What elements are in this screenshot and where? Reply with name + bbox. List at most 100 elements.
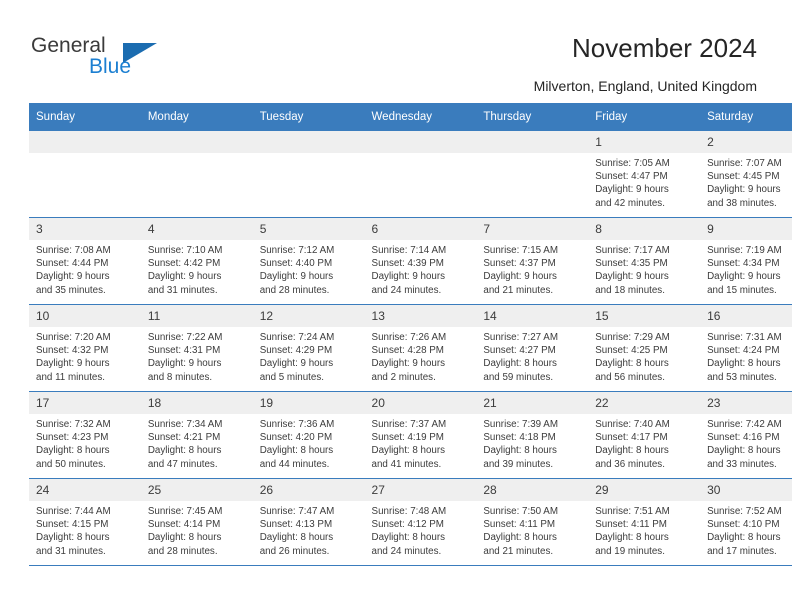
daylight-duration-line2: and 24 minutes. bbox=[371, 545, 442, 557]
sunset-time: Sunset: 4:25 PM bbox=[595, 345, 668, 357]
day-number: 26 bbox=[252, 479, 365, 501]
daylight-duration-line2: and 50 minutes. bbox=[36, 458, 106, 470]
day-number: 19 bbox=[252, 392, 365, 414]
calendar-day-cell-empty bbox=[252, 131, 365, 218]
calendar-day-cell[interactable]: 11 Sunrise: 7:22 AM Sunset: 4:31 PM Dayligh… bbox=[140, 304, 253, 392]
sunrise-time: Sunrise: 7:29 AM bbox=[595, 332, 670, 343]
calendar-page: General Blue November 2024 Milverton, En… bbox=[0, 0, 792, 612]
calendar-week-row: 24 Sunrise: 7:44 AM Sunset: 4:15 PM Dayligh… bbox=[29, 478, 792, 566]
sunrise-time: Sunrise: 7:40 AM bbox=[595, 419, 670, 430]
calendar-day-cell[interactable]: 9 Sunrise: 7:19 AM Sunset: 4:34 PM Daylight… bbox=[700, 217, 792, 305]
calendar-day-cell[interactable]: 23 Sunrise: 7:42 AM Sunset: 4:16 PM Dayligh… bbox=[700, 391, 792, 479]
general-blue-logo[interactable]: General Blue bbox=[31, 34, 211, 84]
calendar-day-cell[interactable]: 29 Sunrise: 7:51 AM Sunset: 4:11 PM Dayligh… bbox=[588, 478, 701, 566]
calendar-header-row: Sunday Monday Tuesday Wednesday Thursday… bbox=[29, 103, 792, 131]
calendar-day-cell[interactable]: 8 Sunrise: 7:17 AM Sunset: 4:35 PM Daylight… bbox=[588, 217, 701, 305]
calendar-day-cell[interactable]: 2 Sunrise: 7:07 AM Sunset: 4:45 PM Daylight… bbox=[700, 131, 792, 218]
daylight-duration-line2: and 15 minutes. bbox=[707, 284, 777, 296]
daylight-duration-line2: and 8 minutes. bbox=[147, 371, 213, 383]
calendar-day-cell[interactable]: 4 Sunrise: 7:10 AM Sunset: 4:42 PM Daylight… bbox=[140, 217, 253, 305]
day-number: 30 bbox=[700, 479, 792, 501]
calendar-body: 1 Sunrise: 7:05 AM Sunset: 4:47 PM Daylight… bbox=[29, 131, 792, 566]
sunrise-time: Sunrise: 7:08 AM bbox=[36, 245, 111, 256]
calendar-day-cell[interactable]: 21 Sunrise: 7:39 AM Sunset: 4:18 PM Dayligh… bbox=[476, 391, 589, 479]
daylight-duration-line2: and 11 minutes. bbox=[36, 371, 105, 383]
calendar-day-cell[interactable]: 27 Sunrise: 7:48 AM Sunset: 4:12 PM Dayligh… bbox=[364, 478, 477, 566]
calendar-day-cell[interactable]: 7 Sunrise: 7:15 AM Sunset: 4:37 PM Daylight… bbox=[476, 217, 589, 305]
daylight-duration-line1: Daylight: 8 hours bbox=[259, 445, 334, 457]
calendar-day-cell[interactable]: 6 Sunrise: 7:14 AM Sunset: 4:39 PM Daylight… bbox=[364, 217, 477, 305]
calendar-day-cell[interactable]: 28 Sunrise: 7:50 AM Sunset: 4:11 PM Dayligh… bbox=[476, 478, 589, 566]
sunset-time: Sunset: 4:28 PM bbox=[371, 345, 444, 357]
calendar-day-cell[interactable]: 25 Sunrise: 7:45 AM Sunset: 4:14 PM Dayligh… bbox=[140, 478, 253, 566]
day-details: Sunrise: 7:20 AM Sunset: 4:32 PM Daylight:… bbox=[29, 327, 141, 384]
calendar-day-cell[interactable]: 19 Sunrise: 7:36 AM Sunset: 4:20 PM Dayligh… bbox=[252, 391, 365, 479]
day-number: 29 bbox=[588, 479, 701, 501]
day-details: Sunrise: 7:37 AM Sunset: 4:19 PM Daylight:… bbox=[365, 414, 477, 471]
calendar-table: Sunday Monday Tuesday Wednesday Thursday… bbox=[29, 103, 792, 566]
calendar-day-cell[interactable]: 12 Sunrise: 7:24 AM Sunset: 4:29 PM Dayligh… bbox=[252, 304, 365, 392]
calendar-day-cell[interactable]: 13 Sunrise: 7:26 AM Sunset: 4:28 PM Dayligh… bbox=[364, 304, 477, 392]
daylight-duration-line1: Daylight: 9 hours bbox=[259, 358, 334, 370]
daylight-duration-line2: and 5 minutes. bbox=[259, 371, 324, 383]
sunrise-time: Sunrise: 7:34 AM bbox=[147, 419, 223, 430]
day-number: 25 bbox=[140, 479, 253, 501]
daylight-duration-line1: Daylight: 8 hours bbox=[483, 445, 557, 457]
calendar-grid: Sunday Monday Tuesday Wednesday Thursday… bbox=[29, 103, 792, 566]
daylight-duration-line1: Daylight: 9 hours bbox=[36, 358, 110, 370]
calendar-day-cell[interactable]: 15 Sunrise: 7:29 AM Sunset: 4:25 PM Dayligh… bbox=[588, 304, 701, 392]
daylight-duration-line1: Daylight: 9 hours bbox=[595, 184, 669, 196]
daylight-duration-line1: Daylight: 9 hours bbox=[147, 358, 222, 370]
calendar-day-cell[interactable]: 18 Sunrise: 7:34 AM Sunset: 4:21 PM Dayligh… bbox=[140, 391, 253, 479]
day-details: Sunrise: 7:29 AM Sunset: 4:25 PM Daylight:… bbox=[588, 327, 700, 384]
sunset-time: Sunset: 4:39 PM bbox=[371, 258, 444, 270]
calendar-day-cell-empty bbox=[476, 131, 589, 218]
sunset-time: Sunset: 4:27 PM bbox=[483, 345, 556, 357]
day-details: Sunrise: 7:07 AM Sunset: 4:45 PM Daylight:… bbox=[700, 153, 792, 210]
sunrise-time: Sunrise: 7:52 AM bbox=[707, 506, 782, 517]
calendar-day-cell[interactable]: 22 Sunrise: 7:40 AM Sunset: 4:17 PM Dayligh… bbox=[588, 391, 701, 479]
day-details: Sunrise: 7:50 AM Sunset: 4:11 PM Daylight:… bbox=[476, 501, 588, 558]
day-details: Sunrise: 7:32 AM Sunset: 4:23 PM Daylight:… bbox=[29, 414, 141, 471]
calendar-day-cell[interactable]: 10 Sunrise: 7:20 AM Sunset: 4:32 PM Dayligh… bbox=[29, 304, 141, 392]
day-number: 5 bbox=[252, 218, 365, 240]
sunset-time: Sunset: 4:11 PM bbox=[483, 519, 556, 531]
calendar-day-cell[interactable]: 5 Sunrise: 7:12 AM Sunset: 4:40 PM Daylight… bbox=[252, 217, 365, 305]
sunset-time: Sunset: 4:10 PM bbox=[707, 519, 780, 531]
sunrise-time: Sunrise: 7:50 AM bbox=[483, 506, 558, 517]
calendar-day-cell[interactable]: 14 Sunrise: 7:27 AM Sunset: 4:27 PM Dayligh… bbox=[476, 304, 589, 392]
calendar-day-cell[interactable]: 24 Sunrise: 7:44 AM Sunset: 4:15 PM Dayligh… bbox=[29, 478, 141, 566]
day-details: Sunrise: 7:12 AM Sunset: 4:40 PM Daylight:… bbox=[253, 240, 365, 297]
sunset-time: Sunset: 4:31 PM bbox=[147, 345, 221, 357]
day-number: 23 bbox=[700, 392, 792, 414]
sunrise-time: Sunrise: 7:14 AM bbox=[371, 245, 447, 256]
daylight-duration-line2: and 31 minutes. bbox=[36, 545, 106, 557]
day-details: Sunrise: 7:52 AM Sunset: 4:10 PM Daylight:… bbox=[700, 501, 792, 558]
sunrise-time: Sunrise: 7:27 AM bbox=[483, 332, 558, 343]
weekday-header-tuesday: Tuesday bbox=[252, 103, 365, 131]
sunrise-time: Sunrise: 7:31 AM bbox=[707, 332, 782, 343]
weekday-header-saturday: Saturday bbox=[700, 103, 792, 131]
day-number bbox=[252, 131, 365, 153]
calendar-day-cell[interactable]: 1 Sunrise: 7:05 AM Sunset: 4:47 PM Daylight… bbox=[588, 131, 701, 218]
day-number bbox=[364, 131, 477, 153]
sunrise-time: Sunrise: 7:48 AM bbox=[371, 506, 447, 517]
weekday-header-monday: Monday bbox=[140, 103, 253, 131]
day-number bbox=[140, 131, 253, 153]
day-number: 18 bbox=[140, 392, 253, 414]
calendar-day-cell[interactable]: 17 Sunrise: 7:32 AM Sunset: 4:23 PM Dayligh… bbox=[29, 391, 141, 479]
calendar-day-cell[interactable]: 30 Sunrise: 7:52 AM Sunset: 4:10 PM Dayligh… bbox=[700, 478, 792, 566]
calendar-week-row: 3 Sunrise: 7:08 AM Sunset: 4:44 PM Daylight… bbox=[29, 217, 792, 305]
sunset-time: Sunset: 4:21 PM bbox=[147, 432, 221, 444]
calendar-day-cell[interactable]: 3 Sunrise: 7:08 AM Sunset: 4:44 PM Daylight… bbox=[29, 217, 141, 305]
calendar-day-cell[interactable]: 20 Sunrise: 7:37 AM Sunset: 4:19 PM Dayligh… bbox=[364, 391, 477, 479]
calendar-week-row: 1 Sunrise: 7:05 AM Sunset: 4:47 PM Daylight… bbox=[29, 131, 792, 218]
calendar-day-cell[interactable]: 26 Sunrise: 7:47 AM Sunset: 4:13 PM Dayligh… bbox=[252, 478, 365, 566]
calendar-day-cell[interactable]: 16 Sunrise: 7:31 AM Sunset: 4:24 PM Dayligh… bbox=[700, 304, 792, 392]
daylight-duration-line1: Daylight: 8 hours bbox=[147, 445, 222, 457]
daylight-duration-line2: and 42 minutes. bbox=[595, 197, 665, 209]
calendar-day-cell-empty bbox=[29, 131, 141, 218]
sunset-time: Sunset: 4:15 PM bbox=[36, 519, 109, 531]
day-number: 3 bbox=[29, 218, 141, 240]
day-details: Sunrise: 7:17 AM Sunset: 4:35 PM Daylight:… bbox=[588, 240, 700, 297]
